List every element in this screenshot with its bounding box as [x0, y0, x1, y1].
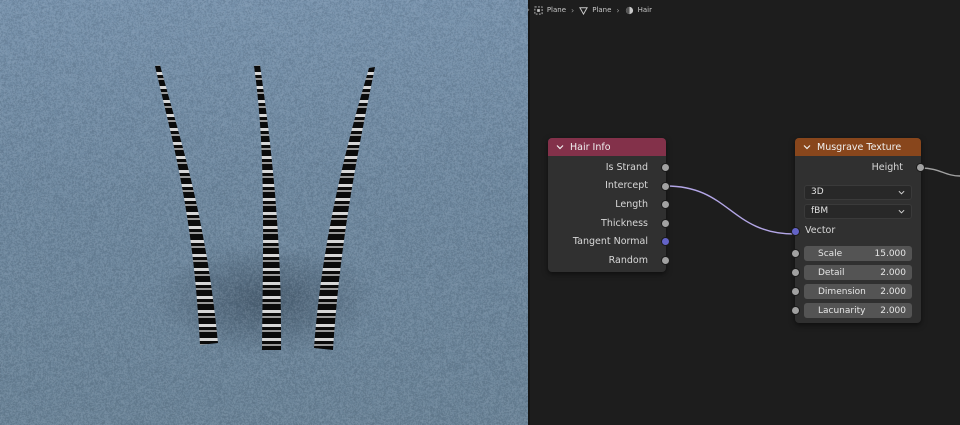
output-socket[interactable]: [661, 219, 670, 228]
field-value: 2.000: [880, 306, 906, 316]
chevron-down-icon: [898, 189, 905, 196]
breadcrumb-expand-icon[interactable]: ›: [527, 6, 530, 14]
output-random: Random: [548, 251, 666, 270]
breadcrumb-item-material[interactable]: Hair: [638, 6, 652, 14]
hair-strand-right: [314, 67, 375, 350]
output-socket[interactable]: [916, 163, 925, 172]
field-label: Dimension: [810, 287, 880, 297]
render-viewport[interactable]: [0, 0, 528, 425]
dimensions-dropdown[interactable]: 3D: [804, 185, 912, 200]
breadcrumb-separator-icon: ›: [616, 6, 619, 15]
hair-info-title: Hair Info: [570, 142, 611, 153]
material-icon: [625, 6, 634, 15]
output-label: Tangent Normal: [573, 236, 648, 247]
field-label: Lacunarity: [810, 306, 880, 316]
output-tangent-normal: Tangent Normal: [548, 232, 666, 251]
input-socket[interactable]: [791, 287, 800, 296]
link-intercept-to-vector[interactable]: [666, 186, 795, 234]
field-value: 2.000: [880, 268, 906, 278]
output-label: Is Strand: [606, 162, 648, 173]
chevron-down-icon[interactable]: [803, 143, 811, 151]
field-value: 15.000: [875, 249, 907, 259]
field-label: Scale: [810, 249, 875, 259]
output-socket[interactable]: [661, 256, 670, 265]
hair-strands-render: [0, 0, 528, 425]
output-thickness: Thickness: [548, 214, 666, 233]
output-socket[interactable]: [661, 200, 670, 209]
input-socket[interactable]: [791, 306, 800, 315]
field-label: Detail: [810, 268, 880, 278]
chevron-down-icon[interactable]: [556, 143, 564, 151]
breadcrumb-item-object[interactable]: Plane: [547, 6, 566, 14]
output-socket[interactable]: [661, 163, 670, 172]
hair-strand-left: [155, 65, 218, 345]
musgrave-type-value: fBM: [811, 206, 828, 216]
musgrave-texture-node[interactable]: Musgrave Texture Height 3D fBM Vector Sc…: [795, 138, 921, 323]
breadcrumb: › Plane › Plane › Hair: [530, 0, 960, 20]
input-vector: Vector: [795, 222, 921, 241]
output-intercept: Intercept: [548, 177, 666, 196]
output-socket[interactable]: [661, 182, 670, 191]
input-socket[interactable]: [791, 268, 800, 277]
hair-strand-middle: [254, 65, 281, 350]
dimension-field[interactable]: Dimension 2.000: [804, 284, 912, 299]
musgrave-type-dropdown[interactable]: fBM: [804, 204, 912, 219]
input-socket[interactable]: [791, 227, 800, 236]
input-socket[interactable]: [791, 249, 800, 258]
output-label: Thickness: [601, 218, 648, 229]
musgrave-header[interactable]: Musgrave Texture: [795, 138, 921, 156]
shader-node-editor[interactable]: › Plane › Plane › Hair Hair Info Is Stra…: [530, 0, 960, 425]
output-socket[interactable]: [661, 237, 670, 246]
breadcrumb-separator-icon: ›: [571, 6, 574, 15]
output-is-strand: Is Strand: [548, 158, 666, 177]
object-icon: [534, 6, 543, 15]
output-height: Height: [795, 158, 921, 177]
input-label: Vector: [805, 225, 835, 236]
output-label: Height: [872, 162, 903, 173]
output-label: Random: [609, 255, 648, 266]
output-length: Length: [548, 195, 666, 214]
hair-info-header[interactable]: Hair Info: [548, 138, 666, 156]
link-height-output[interactable]: [921, 168, 960, 176]
lacunarity-field[interactable]: Lacunarity 2.000: [804, 303, 912, 318]
hair-info-node[interactable]: Hair Info Is Strand Intercept Length Thi…: [548, 138, 666, 272]
field-value: 2.000: [880, 287, 906, 297]
mesh-data-icon: [579, 6, 588, 15]
detail-field[interactable]: Detail 2.000: [804, 265, 912, 280]
musgrave-title: Musgrave Texture: [817, 142, 901, 153]
breadcrumb-item-mesh[interactable]: Plane: [592, 6, 611, 14]
output-label: Intercept: [605, 180, 648, 191]
scale-field[interactable]: Scale 15.000: [804, 246, 912, 261]
dimensions-value: 3D: [811, 187, 824, 197]
chevron-down-icon: [898, 208, 905, 215]
output-label: Length: [615, 199, 648, 210]
